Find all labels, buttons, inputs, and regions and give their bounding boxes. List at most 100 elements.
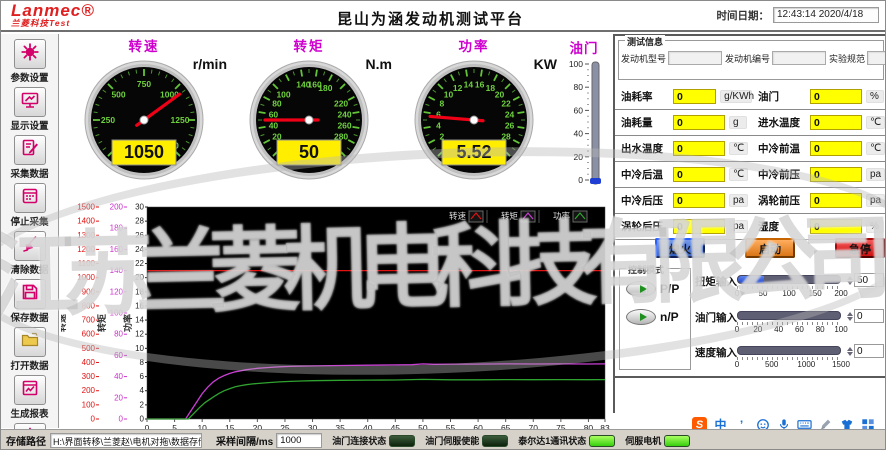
field-engine-number: 发动机编号	[725, 51, 826, 65]
field-engine-number-input[interactable]	[772, 51, 826, 65]
svg-text:14: 14	[464, 79, 474, 89]
measure-unit: %	[866, 220, 884, 233]
sidebar-button-stop-collect[interactable]	[14, 183, 46, 213]
svg-text:20: 20	[135, 273, 144, 282]
mode-np-toggle[interactable]	[626, 309, 656, 325]
estop-button[interactable]: 急停	[835, 238, 885, 258]
svg-text:200: 200	[82, 386, 96, 395]
measure-unit: ℃	[866, 142, 885, 155]
measure-label: 中冷后温	[621, 167, 669, 182]
sidebar-label-save-data: 保存数据	[1, 310, 58, 324]
throttle-slider[interactable]: 100806040200	[555, 52, 613, 200]
svg-text:24: 24	[135, 245, 144, 254]
sidebar-item-save-data: 保存数据	[1, 279, 58, 324]
svg-text:260: 260	[337, 121, 351, 131]
svg-text:300: 300	[82, 372, 96, 381]
svg-text:400: 400	[82, 358, 96, 367]
svg-text:1200: 1200	[77, 245, 95, 254]
flameout-button[interactable]: 熄火	[655, 238, 705, 258]
measure-value: 0	[810, 219, 862, 234]
speed-input-spinner: 0	[847, 344, 884, 358]
measure-出水温度: 出水温度0℃	[615, 141, 752, 156]
speed-input-slider-row: 速度输入0500100015000	[695, 343, 886, 375]
throttle-input-value[interactable]: 0	[854, 309, 884, 323]
sidebar-button-collect-data[interactable]	[14, 135, 46, 165]
svg-text:120: 120	[110, 287, 124, 296]
measure-油耗率: 油耗率0g/KWh	[615, 89, 752, 104]
svg-text:240: 240	[337, 109, 351, 119]
svg-text:40: 40	[269, 121, 279, 131]
torque-input-spin-arrows[interactable]	[847, 276, 853, 285]
measure-label: 涡轮后压	[621, 219, 669, 234]
sidebar-button-open-data[interactable]	[14, 327, 46, 357]
svg-text:18: 18	[135, 287, 144, 296]
measure-value: 0	[810, 141, 862, 156]
field-engine-model: 发动机型号	[621, 51, 722, 65]
gauge-speed: 转速r/min02505007501000125015001050	[69, 34, 229, 202]
torque-input-value[interactable]: 50	[854, 273, 884, 287]
field-test-spec: 实验规范	[829, 51, 886, 65]
svg-text:1250: 1250	[171, 115, 190, 125]
sidebar-button-display-settings[interactable]	[14, 87, 46, 117]
field-test-spec-input[interactable]	[867, 51, 886, 65]
calendar-icon	[20, 186, 40, 211]
svg-text:60: 60	[574, 105, 584, 115]
measure-label: 油耗率	[621, 89, 669, 104]
report-icon	[20, 378, 40, 403]
measure-涡轮前压: 涡轮前压0pa	[752, 193, 886, 208]
control-mode-options: P/P n/P	[620, 281, 690, 325]
measure-涡轮后压: 涡轮后压0pa	[615, 219, 752, 234]
measure-value: 0	[673, 89, 716, 104]
svg-text:0: 0	[91, 415, 96, 424]
edit-doc-icon	[20, 138, 40, 163]
mode-option-pp[interactable]: P/P	[626, 281, 690, 297]
svg-text:4: 4	[436, 121, 441, 131]
gauge-power-dial: 0246810121416182022242628305.52	[399, 50, 559, 200]
speed-input-slider[interactable]	[737, 346, 841, 355]
path-input[interactable]: H:\界面转移\兰菱赵\电机对拖\数据存储	[50, 433, 202, 448]
chart-canvas: 0100200300400500600700800900100011001200…	[61, 203, 613, 429]
svg-text:4: 4	[140, 386, 145, 395]
svg-text:250: 250	[101, 115, 115, 125]
mode-pp-toggle[interactable]	[626, 281, 656, 297]
field-engine-model-input[interactable]	[668, 51, 722, 65]
throttle-input-spin-arrows[interactable]	[847, 312, 853, 321]
svg-text:140: 140	[110, 266, 124, 275]
panel-divider	[615, 376, 886, 378]
field-test-spec-label: 实验规范	[829, 52, 865, 65]
speed-input-label: 速度输入	[695, 345, 737, 360]
speed-input-spin-arrows[interactable]	[847, 347, 853, 356]
torque-input-slider[interactable]	[737, 275, 841, 284]
control-mode-legend: 控制模式	[626, 263, 666, 276]
svg-text:800: 800	[82, 301, 96, 310]
led-label-throttle-servo-enable: 油门伺服使能	[425, 434, 479, 447]
play-icon	[640, 285, 647, 293]
sidebar-label-clear-data: 清除数据	[1, 262, 58, 276]
svg-text:6: 6	[140, 372, 145, 381]
speed-input-value[interactable]: 0	[854, 344, 884, 358]
svg-text:26: 26	[505, 121, 515, 131]
gauge-speed-dial: 02505007501000125015001050	[69, 50, 229, 200]
svg-text:80: 80	[272, 99, 282, 109]
sidebar-button-clear-data[interactable]	[14, 231, 46, 261]
mode-option-np[interactable]: n/P	[626, 309, 690, 325]
test-info-row: 出水温度0℃中冷前温0℃	[615, 136, 886, 162]
measure-油门: 油门0%	[752, 89, 886, 104]
svg-text:14: 14	[135, 316, 144, 325]
svg-text:2: 2	[140, 400, 145, 409]
sidebar-button-save-data[interactable]	[14, 279, 46, 309]
sidebar-button-generate-report[interactable]	[14, 375, 46, 405]
measure-label: 出水温度	[621, 141, 669, 156]
svg-text:220: 220	[334, 99, 348, 109]
start-button[interactable]: 启动	[745, 238, 795, 258]
sidebar-button-params-settings[interactable]	[14, 39, 46, 69]
measure-unit: pa	[729, 194, 748, 207]
throttle-input-slider[interactable]	[737, 311, 841, 320]
led-label-servo-motor: 伺服电机	[625, 434, 661, 447]
interval-input[interactable]: 1000	[276, 433, 322, 448]
header: Lanmec® 兰菱科技Test 昆山为涵发动机测试平台 时间日期： 12:43…	[1, 1, 886, 32]
path-label: 存储路径	[6, 433, 46, 448]
sidebar-item-collect-data: 采集数据	[1, 135, 58, 180]
led-label-throttle-link: 油门连接状态	[332, 434, 386, 447]
svg-text:100: 100	[276, 90, 290, 100]
